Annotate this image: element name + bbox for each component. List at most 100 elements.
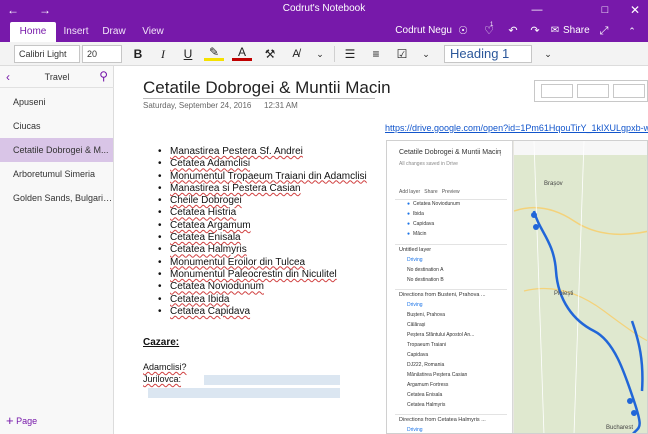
ribbon-chevron-icon[interactable]: ⌃ (624, 20, 640, 42)
tab-view[interactable]: View (138, 22, 168, 42)
list-item[interactable]: Cetatea Noviodunum (158, 281, 367, 293)
share-icon[interactable]: ✉ (548, 20, 562, 42)
table-cell[interactable] (613, 84, 645, 98)
table-cell[interactable] (577, 84, 609, 98)
map-city-label: Bucharest (606, 425, 634, 431)
font-name-box[interactable]: Calibri Light (14, 45, 80, 63)
map-layer-mode: Driving (407, 257, 423, 263)
page-item-apuseni[interactable]: Apuseni (0, 90, 113, 114)
close-button[interactable]: ✕ (626, 2, 644, 18)
todo-checkbox-icon[interactable]: ☑ (392, 45, 412, 63)
page-item-cetatile-dobrogei[interactable]: Cetatile Dobrogei & M... (0, 138, 113, 162)
tab-home[interactable]: Home (10, 22, 56, 42)
page-item-golden-sands[interactable]: Golden Sands, Bulgaria... (0, 186, 113, 210)
map-route-graphic (513, 141, 647, 433)
title-bar: ← → Codrut's Notebook — □ ✕ (0, 0, 648, 20)
clear-formatting-icon[interactable]: A̸ (286, 45, 306, 63)
section-header: ‹ Travel ⚲ (0, 66, 114, 88)
map-place: No destination B (407, 277, 444, 283)
list-item[interactable]: Cetatea Adamclisi (158, 158, 367, 170)
add-page-label: Page (16, 416, 38, 426)
page-title[interactable]: Cetatile Dobrogei & Muntii Macin (143, 78, 391, 98)
list-item[interactable]: Cetatea Capidava (158, 306, 367, 318)
map-city-label: Brașov (544, 181, 563, 187)
map-layer-title: Directions from Busteni, Prahova ... (399, 292, 486, 298)
bell-icon[interactable]: ♡ (480, 20, 498, 42)
tab-draw[interactable]: Draw (100, 22, 128, 42)
tab-insert[interactable]: Insert (60, 22, 92, 42)
font-color-icon[interactable]: A (232, 45, 252, 61)
highlight-icon[interactable]: ✎ (204, 45, 224, 61)
tags-chevron-icon[interactable]: ⌄ (416, 45, 436, 63)
table-cell[interactable] (541, 84, 573, 98)
map-view: Brașov Ploiești Bucharest (513, 141, 647, 433)
format-painter-icon[interactable]: ⚒ (260, 45, 280, 63)
search-icon[interactable]: ⚲ (99, 69, 108, 83)
blurred-text (148, 388, 340, 398)
list-item[interactable]: Cheile Dobrogei (158, 195, 367, 207)
list-item[interactable]: Cetatea Argamum (158, 220, 367, 232)
numbered-list-icon[interactable]: ≡ (366, 45, 386, 63)
map-place: Mănăstirea Peștera Casian (407, 372, 468, 378)
note-adamclisi[interactable]: Adamclisi? (143, 362, 187, 372)
blurred-text (204, 375, 340, 385)
redo-icon[interactable]: ↷ (526, 20, 544, 42)
divider (395, 289, 507, 290)
map-place: Peștera Sfântului Apostol An... (407, 332, 475, 338)
ribbon-tabs: Home Insert Draw View ☉ ♡ 1 ↶ ↷ ✉ Share … (0, 20, 648, 42)
map-place: Bușteni, Prahova (407, 312, 446, 318)
user-name[interactable]: Codrut Negu (388, 20, 458, 42)
note-canvas[interactable]: Cetatile Dobrogei & Muntii Macin Saturda… (114, 66, 648, 434)
bold-button[interactable]: B (128, 45, 148, 63)
add-layer-label: Add layer (399, 189, 421, 195)
pin-icon: ● (407, 201, 411, 207)
list-item[interactable]: Cetatea Halmyris (158, 244, 367, 256)
list-item[interactable]: Manastirea Pestera Sf. Andrei (158, 146, 367, 158)
list-item[interactable]: Cetatea Histria (158, 207, 367, 219)
formatting-toolbar: Calibri Light 20 B I U ✎ A ⚒ A̸ ⌄ ☰ ≡ ☑ … (0, 42, 648, 66)
map-screenshot-image[interactable]: Cetatile Dobrogei & Muntii Macin All cha… (386, 140, 648, 434)
list-item[interactable]: Cetatea Enisala (158, 232, 367, 244)
map-place: Cetatea Enisala (407, 392, 443, 398)
map-subtitle: All changes saved in Drive (399, 161, 458, 167)
add-page-button[interactable]: + Page (6, 413, 37, 428)
maximize-button[interactable]: □ (596, 2, 614, 18)
list-item[interactable]: Cetatea Ibida (158, 294, 367, 306)
map-place: ● Cetatea Noviodunum (407, 201, 461, 207)
list-item[interactable]: Monumentul Paleocrestin din Niculitel (158, 269, 367, 281)
minimize-button[interactable]: — (528, 2, 546, 18)
list-item[interactable]: Manastirea si Pestera Casian (158, 183, 367, 195)
toolbar-divider (334, 46, 335, 62)
section-name: Travel (44, 72, 70, 82)
bullet-list-icon[interactable]: ☰ (340, 45, 360, 63)
underline-button[interactable]: U (178, 45, 198, 63)
page-date: Saturday, September 24, 2016 (143, 101, 252, 110)
map-layer-title: Untitled layer (399, 247, 432, 253)
list-item[interactable]: Monumentul Tropaeum Traiani din Adamclis… (158, 171, 367, 183)
places-bullet-list: Manastirea Pestera Sf. Andrei Cetatea Ad… (158, 146, 367, 318)
cazare-heading[interactable]: Cazare: (143, 337, 179, 348)
map-layer-mode: Driving (407, 302, 423, 308)
note-jurilovca[interactable]: Jurilovca: (143, 374, 181, 384)
pin-icon: ● (407, 221, 411, 227)
style-chevron-icon[interactable]: ⌄ (538, 45, 558, 63)
page-time: 12:31 AM (264, 101, 298, 110)
fullscreen-icon[interactable]: ⤢ (596, 20, 612, 42)
list-item[interactable]: Monumentul Eroilor din Tulcea (158, 257, 367, 269)
font-size-box[interactable]: 20 (82, 45, 122, 63)
map-place: Argamum Fortress (407, 382, 449, 388)
drive-link[interactable]: https://drive.google.com/open?id=1Pm61Hq… (385, 123, 648, 133)
page-item-ciucas[interactable]: Ciucas (0, 114, 113, 138)
map-layer-panel: Cetatile Dobrogei & Muntii Macin All cha… (387, 141, 513, 433)
italic-button[interactable]: I (153, 45, 173, 63)
pin-icon: ● (407, 211, 411, 217)
embedded-table[interactable] (534, 80, 648, 102)
style-box[interactable]: Heading 1 (444, 45, 532, 63)
share-button[interactable]: Share (563, 20, 590, 42)
title-underline (143, 98, 375, 99)
map-layer-mode: Driving (407, 427, 423, 433)
more-formatting-chevron-icon[interactable]: ⌄ (310, 45, 330, 63)
divider (395, 244, 507, 245)
undo-icon[interactable]: ↶ (504, 20, 522, 42)
page-item-arboretumul-simeria[interactable]: Arboretumul Simeria (0, 162, 113, 186)
